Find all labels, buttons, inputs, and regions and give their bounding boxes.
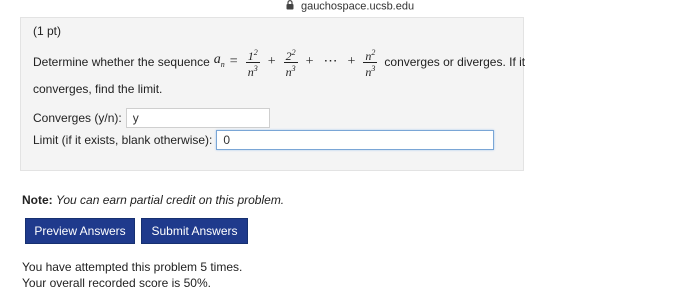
ellipsis: ⋯ (323, 54, 338, 69)
question-text-line2: converges, find the limit. (33, 82, 163, 96)
fraction-term-1: 12 n3 (245, 47, 260, 79)
submit-answers-button[interactable]: Submit Answers (141, 218, 248, 244)
note-label: Note: (22, 193, 53, 207)
sequence-formula: an = 12 n3 + 22 n3 + ⋯ + n2 n3 (214, 47, 381, 78)
note-text: You can earn partial credit on this prob… (56, 193, 285, 207)
converges-row: Converges (y/n): (33, 108, 270, 128)
fraction-term-2: 22 n3 (283, 47, 298, 79)
address-url: gauchospace.ucsb.edu (300, 0, 415, 13)
question-text-start: Determine whether the sequence (33, 55, 210, 69)
attempt-status: You have attempted this problem 5 times.… (22, 259, 242, 291)
limit-label: Limit (if it exists, blank otherwise): (33, 133, 213, 147)
preview-answers-button[interactable]: Preview Answers (25, 218, 135, 244)
plus-sign: + (305, 54, 314, 69)
problem-box: (1 pt) Determine whether the sequence an… (20, 17, 525, 171)
lock-icon (286, 0, 294, 13)
attempts-text: You have attempted this problem 5 times. (22, 260, 243, 274)
fraction-term-n: n2 n3 (363, 47, 378, 79)
plus-sign: + (347, 54, 356, 69)
partial-credit-note: Note: You can earn partial credit on thi… (22, 193, 284, 207)
score-text: Your overall recorded score is 50%. (22, 276, 211, 290)
sequence-variable: an (213, 51, 225, 69)
limit-row: Limit (if it exists, blank otherwise): (33, 130, 495, 150)
limit-input[interactable] (216, 130, 495, 150)
question-text-end: converges or diverges. If it (384, 55, 526, 69)
problem-statement: Determine whether the sequence an = 12 n… (33, 48, 525, 97)
plus-sign: + (267, 54, 276, 69)
converges-input[interactable] (125, 108, 270, 128)
problem-points: (1 pt) (33, 24, 62, 38)
equals-sign: = (229, 54, 238, 69)
address-bar[interactable]: gauchospace.ucsb.edu (0, 0, 700, 16)
converges-label: Converges (y/n): (33, 111, 122, 125)
